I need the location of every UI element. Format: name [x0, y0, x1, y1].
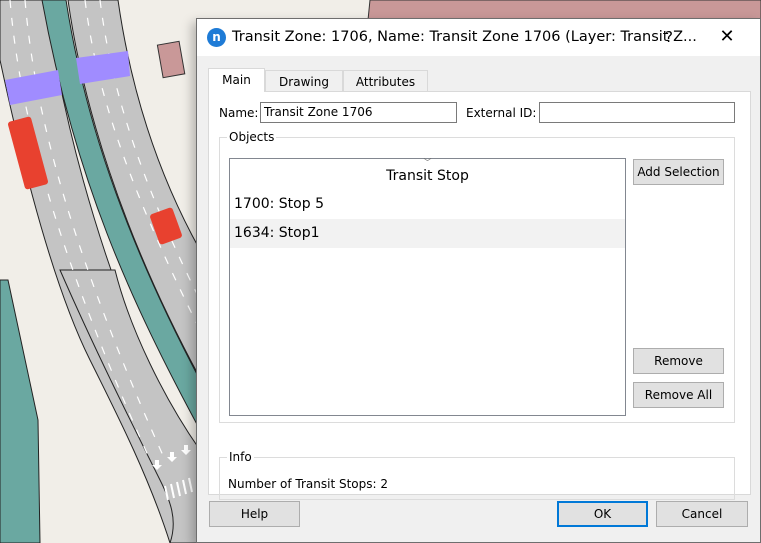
dialog-title: Transit Zone: 1706, Name: Transit Zone 1…: [232, 29, 697, 45]
column-header-label: Transit Stop: [386, 168, 469, 184]
title-bar[interactable]: n Transit Zone: 1706, Name: Transit Zone…: [197, 19, 760, 56]
remove-all-button[interactable]: Remove All: [633, 382, 724, 408]
cancel-button[interactable]: Cancel: [656, 501, 748, 527]
name-input[interactable]: Transit Zone 1706: [260, 102, 457, 123]
context-help-button[interactable]: ?: [659, 27, 679, 47]
tab-main[interactable]: Main: [208, 68, 265, 92]
close-button[interactable]: ✕: [712, 25, 742, 49]
external-id-input[interactable]: [539, 102, 735, 123]
help-button[interactable]: Help: [209, 501, 300, 527]
ok-button[interactable]: OK: [557, 501, 648, 527]
column-header-transit-stop[interactable]: ﹀ Transit Stop: [230, 158, 625, 189]
list-item[interactable]: 1634: Stop1: [230, 219, 625, 248]
objects-group: Objects ﹀ Transit Stop 1700: Stop 5 1634…: [219, 130, 735, 423]
tab-drawing[interactable]: Drawing: [265, 70, 343, 92]
add-selection-button[interactable]: Add Selection: [633, 159, 724, 185]
list-item[interactable]: 1700: Stop 5: [230, 190, 625, 219]
sort-indicator-icon: ﹀: [423, 158, 432, 167]
name-label: Name:: [219, 106, 259, 120]
transit-stop-count: Number of Transit Stops: 2: [228, 477, 388, 491]
transit-stop-list[interactable]: ﹀ Transit Stop 1700: Stop 5 1634: Stop1: [229, 158, 626, 416]
objects-group-title: Objects: [227, 130, 277, 144]
tab-attributes[interactable]: Attributes: [343, 70, 428, 92]
remove-button[interactable]: Remove: [633, 348, 724, 374]
info-group-title: Info: [227, 450, 254, 464]
transit-zone-dialog: n Transit Zone: 1706, Name: Transit Zone…: [196, 18, 761, 543]
info-group: Info Number of Transit Stops: 2: [219, 450, 735, 500]
main-tab-panel: Name: Transit Zone 1706 External ID: Obj…: [208, 91, 751, 500]
external-id-label: External ID:: [466, 106, 537, 120]
app-logo-icon: n: [207, 28, 226, 47]
